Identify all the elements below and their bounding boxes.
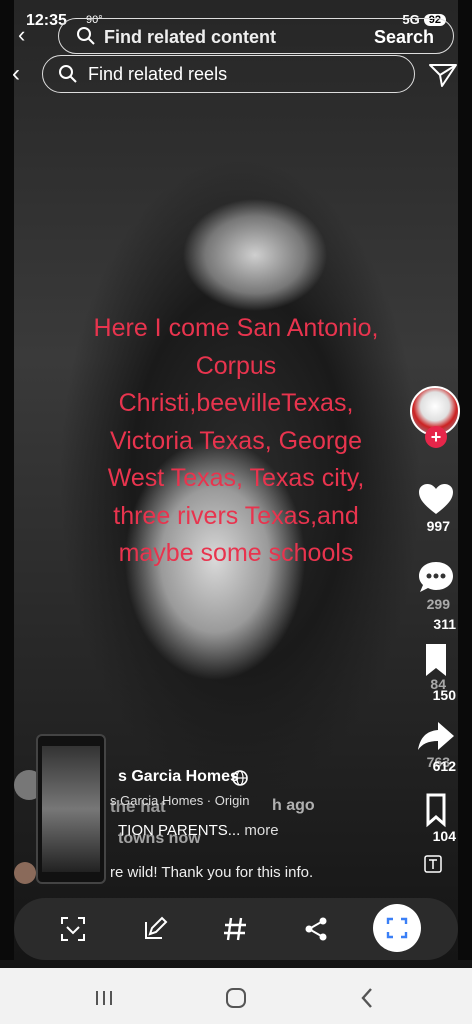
home-icon[interactable] xyxy=(222,984,250,1012)
caption-line: Here I come San Antonio, xyxy=(93,314,379,342)
video-edge-left xyxy=(0,0,14,960)
translate-icon[interactable] xyxy=(424,855,442,873)
comment-preview[interactable]: re wild! Thank you for this info. xyxy=(110,864,313,881)
like-count: 997 xyxy=(426,518,450,534)
share-nodes-icon[interactable] xyxy=(299,912,333,946)
send-icon[interactable] xyxy=(428,62,458,88)
video-caption: Here I come San Antonio, Corpus Christi,… xyxy=(50,310,422,573)
search-button[interactable]: Search xyxy=(374,27,434,48)
back-nav-icon[interactable] xyxy=(354,984,382,1012)
repost-count: 104 xyxy=(432,828,456,844)
caption-line: maybe some schools xyxy=(118,539,354,567)
caption-line: Victoria Texas, George xyxy=(110,426,362,455)
more-link[interactable]: more xyxy=(244,822,278,839)
related-content-placeholder: Find related content xyxy=(104,27,277,47)
ghost-description: towns now xyxy=(118,830,201,847)
bookmark-icon[interactable] xyxy=(416,640,456,680)
search-icon xyxy=(59,65,77,83)
caption-line: Corpus xyxy=(195,351,277,380)
caption-line: Christi,beevilleTexas, xyxy=(118,389,354,417)
thumbnail-image xyxy=(42,746,100,872)
comment-count-ghost: 299 xyxy=(426,596,450,612)
comment-icon[interactable] xyxy=(416,558,456,598)
share-count: 612 xyxy=(432,758,456,774)
recent-apps-icon[interactable] xyxy=(90,984,118,1012)
bookmark-outline-icon[interactable] xyxy=(416,790,456,830)
share-icon[interactable] xyxy=(416,716,456,756)
back-icon[interactable]: ‹ xyxy=(12,60,20,88)
lens-scan-icon xyxy=(386,917,408,939)
search-icon xyxy=(77,27,95,45)
follow-plus-icon[interactable]: + xyxy=(425,426,447,448)
author-subline: s Garcia Homes · Origin xyxy=(110,793,250,808)
reels-search-placeholder: Find related reels xyxy=(88,64,228,84)
edit-icon[interactable] xyxy=(138,912,172,946)
commenter-avatar xyxy=(14,862,36,884)
video-thumbnail-preview[interactable] xyxy=(36,734,106,884)
ghost-time-ago: h ago xyxy=(272,797,315,814)
scan-icon[interactable] xyxy=(56,912,90,946)
globe-icon xyxy=(232,770,248,786)
save-count: 150 xyxy=(432,687,456,703)
back-arrow-icon[interactable]: ‹ xyxy=(18,22,25,48)
heart-icon[interactable] xyxy=(416,480,456,520)
caption-line: West Texas, Texas city, xyxy=(107,464,365,492)
video-edge-right xyxy=(458,0,472,960)
author-name[interactable]: s Garcia Homes xyxy=(118,768,239,786)
caption-line: three rivers Texas,and xyxy=(113,501,359,530)
comment-count: 311 xyxy=(433,616,456,632)
hashtag-icon[interactable] xyxy=(218,912,252,946)
